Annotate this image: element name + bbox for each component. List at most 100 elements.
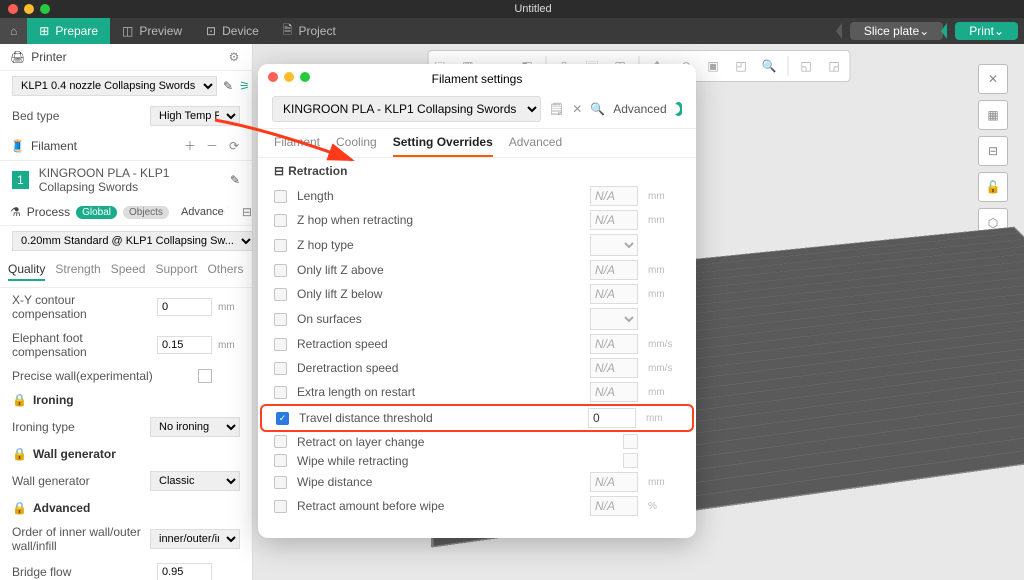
bridge-flow-input[interactable] — [157, 563, 212, 580]
print-button[interactable]: Print ⌄ — [955, 22, 1018, 40]
setting-input-wipe_dist[interactable] — [590, 472, 638, 492]
override-checkbox-lift_above[interactable] — [274, 264, 287, 277]
tab-project[interactable]: 🗎 Project — [271, 18, 348, 44]
setting-unit-zhop_retract: mm — [648, 215, 680, 226]
modal-title: Filament settings — [258, 64, 696, 90]
override-checkbox-lift_below[interactable] — [274, 288, 287, 301]
bridge-flow-label: Bridge flow — [12, 565, 151, 579]
tab-others[interactable]: Others — [207, 262, 243, 281]
setting-input-zhop_type[interactable] — [590, 234, 638, 256]
collapse-icon[interactable]: ⊟ — [274, 164, 284, 178]
filament-remove-icon[interactable]: － — [204, 137, 220, 154]
search-icon[interactable]: 🔍 — [757, 54, 781, 78]
tool4-icon[interactable]: ◲ — [822, 54, 846, 78]
override-checkbox-zhop_type[interactable] — [274, 239, 287, 252]
filament-add-icon[interactable]: ＋ — [182, 137, 198, 154]
elephant-foot-input[interactable] — [157, 336, 212, 354]
override-checkbox-travel_threshold[interactable] — [276, 412, 289, 425]
process-objects-tag[interactable]: Objects — [123, 206, 169, 219]
ironing-type-select[interactable]: No ironing — [150, 417, 240, 437]
setting-label-zhop_type: Z hop type — [297, 238, 580, 252]
setting-row-length: Lengthmm — [258, 184, 696, 208]
override-checkbox-extra_restart[interactable] — [274, 386, 287, 399]
process-advanced-label: Advanced — [181, 206, 230, 218]
tab-speed[interactable]: Speed — [111, 262, 146, 281]
home-button[interactable]: ⌂ — [0, 18, 27, 44]
process-profile-select[interactable]: 0.20mm Standard @ KLP1 Collapsing Sw... — [12, 231, 253, 251]
tool2-icon[interactable]: ◰ — [729, 54, 753, 78]
filament-edit-icon[interactable]: ✎ — [230, 173, 240, 187]
tab-device[interactable]: ⊡ Device — [194, 18, 271, 44]
setting-unit-deretract_speed: mm/s — [648, 363, 680, 374]
modal-filament-select[interactable]: KINGROON PLA - KLP1 Collapsing Swords — [272, 96, 541, 122]
tab-preview[interactable]: ◫ Preview — [110, 18, 194, 44]
setting-input-lift_above[interactable] — [590, 260, 638, 280]
filament-color-swatch[interactable]: 1 — [12, 171, 29, 189]
printer-edit-icon[interactable]: ✎ — [223, 79, 233, 93]
modal-tab-cooling[interactable]: Cooling — [336, 135, 377, 157]
setting-input-extra_restart[interactable] — [590, 382, 638, 402]
setting-input-zhop_retract[interactable] — [590, 210, 638, 230]
wall-order-select[interactable]: inner/outer/in... — [150, 529, 240, 549]
override-checkbox-wipe_dist[interactable] — [274, 476, 287, 489]
setting-row-retract_layer: Retract on layer change — [258, 432, 696, 451]
process-global-tag[interactable]: Global — [76, 206, 117, 219]
devices-icon[interactable]: ⊟ — [978, 136, 1008, 166]
filament-sync-icon[interactable]: ⟳ — [226, 139, 242, 153]
precise-wall-checkbox[interactable] — [198, 369, 212, 383]
modal-search-icon[interactable]: 🔍 — [590, 102, 605, 116]
setting-input-retract_layer[interactable] — [623, 434, 638, 449]
slice-button[interactable]: Slice plate ⌄ — [850, 22, 943, 40]
override-checkbox-retract_speed[interactable] — [274, 338, 287, 351]
override-checkbox-wipe_retract[interactable] — [274, 454, 287, 467]
override-checkbox-deretract_speed[interactable] — [274, 362, 287, 375]
override-checkbox-on_surfaces[interactable] — [274, 313, 287, 326]
wallgen-select[interactable]: Classic — [150, 471, 240, 491]
precise-wall-label: Precise wall(experimental) — [12, 369, 192, 383]
window-traffic-lights[interactable] — [8, 4, 50, 14]
override-checkbox-retract_layer[interactable] — [274, 435, 287, 448]
modal-delete-icon[interactable]: ✕ — [572, 102, 582, 116]
modal-tab-overrides[interactable]: Setting Overrides — [393, 135, 493, 157]
setting-label-retract_layer: Retract on layer change — [297, 435, 613, 449]
modal-tab-filament[interactable]: Filament — [274, 135, 320, 157]
setting-input-retract_before_wipe[interactable] — [590, 496, 638, 516]
setting-input-travel_threshold[interactable] — [588, 408, 636, 428]
printer-profile-select[interactable]: KLP1 0.4 nozzle Collapsing Swords — [12, 76, 217, 96]
modal-traffic-lights[interactable] — [268, 72, 310, 82]
wallgen-label: Wall generator — [12, 474, 144, 488]
filament-item-1[interactable]: 1 KINGROON PLA - KLP1 Collapsing Swords … — [0, 161, 252, 199]
modal-advanced-toggle[interactable] — [675, 102, 682, 116]
tool3-icon[interactable]: ◱ — [794, 54, 818, 78]
xy-contour-input[interactable] — [157, 298, 212, 316]
filament-section-header: 🧵Filament ＋ － ⟳ — [0, 131, 252, 161]
setting-input-lift_below[interactable] — [590, 284, 638, 304]
override-checkbox-length[interactable] — [274, 190, 287, 203]
tab-support[interactable]: Support — [155, 262, 197, 281]
setting-input-retract_speed[interactable] — [590, 334, 638, 354]
tab-strength[interactable]: Strength — [55, 262, 100, 281]
setting-input-on_surfaces[interactable] — [590, 308, 638, 330]
tab-quality[interactable]: Quality — [8, 262, 45, 281]
bed-type-select[interactable]: High Temp Plate — [150, 106, 240, 126]
locked-icon: 🔒 — [12, 447, 27, 461]
setting-input-wipe_retract[interactable] — [623, 453, 638, 468]
tab-prepare[interactable]: ⊞ Prepare — [27, 18, 110, 44]
setting-input-deretract_speed[interactable] — [590, 358, 638, 378]
unlock-icon[interactable]: 🔓 — [978, 172, 1008, 202]
printer-settings-icon[interactable]: ⚙ — [226, 50, 242, 64]
close-icon[interactable]: ✕ — [978, 64, 1008, 94]
setting-row-extra_restart: Extra length on restartmm — [258, 380, 696, 404]
process-compare-icon[interactable]: ⊟ — [242, 205, 252, 219]
retraction-section-header: ⊟Retraction — [258, 158, 696, 184]
override-checkbox-retract_before_wipe[interactable] — [274, 500, 287, 513]
tool1-icon[interactable]: ▣ — [701, 54, 725, 78]
modal-save-icon[interactable]: 🗒 — [549, 102, 564, 116]
modal-tab-advanced[interactable]: Advanced — [509, 135, 562, 157]
setting-label-length: Length — [297, 189, 580, 203]
tile-icon[interactable]: ▦ — [978, 100, 1008, 130]
main-toolbar: ⌂ ⊞ Prepare ◫ Preview ⊡ Device 🗎 Project… — [0, 18, 1024, 44]
setting-input-length[interactable] — [590, 186, 638, 206]
printer-wifi-icon[interactable]: ⚞ — [239, 79, 250, 93]
override-checkbox-zhop_retract[interactable] — [274, 214, 287, 227]
